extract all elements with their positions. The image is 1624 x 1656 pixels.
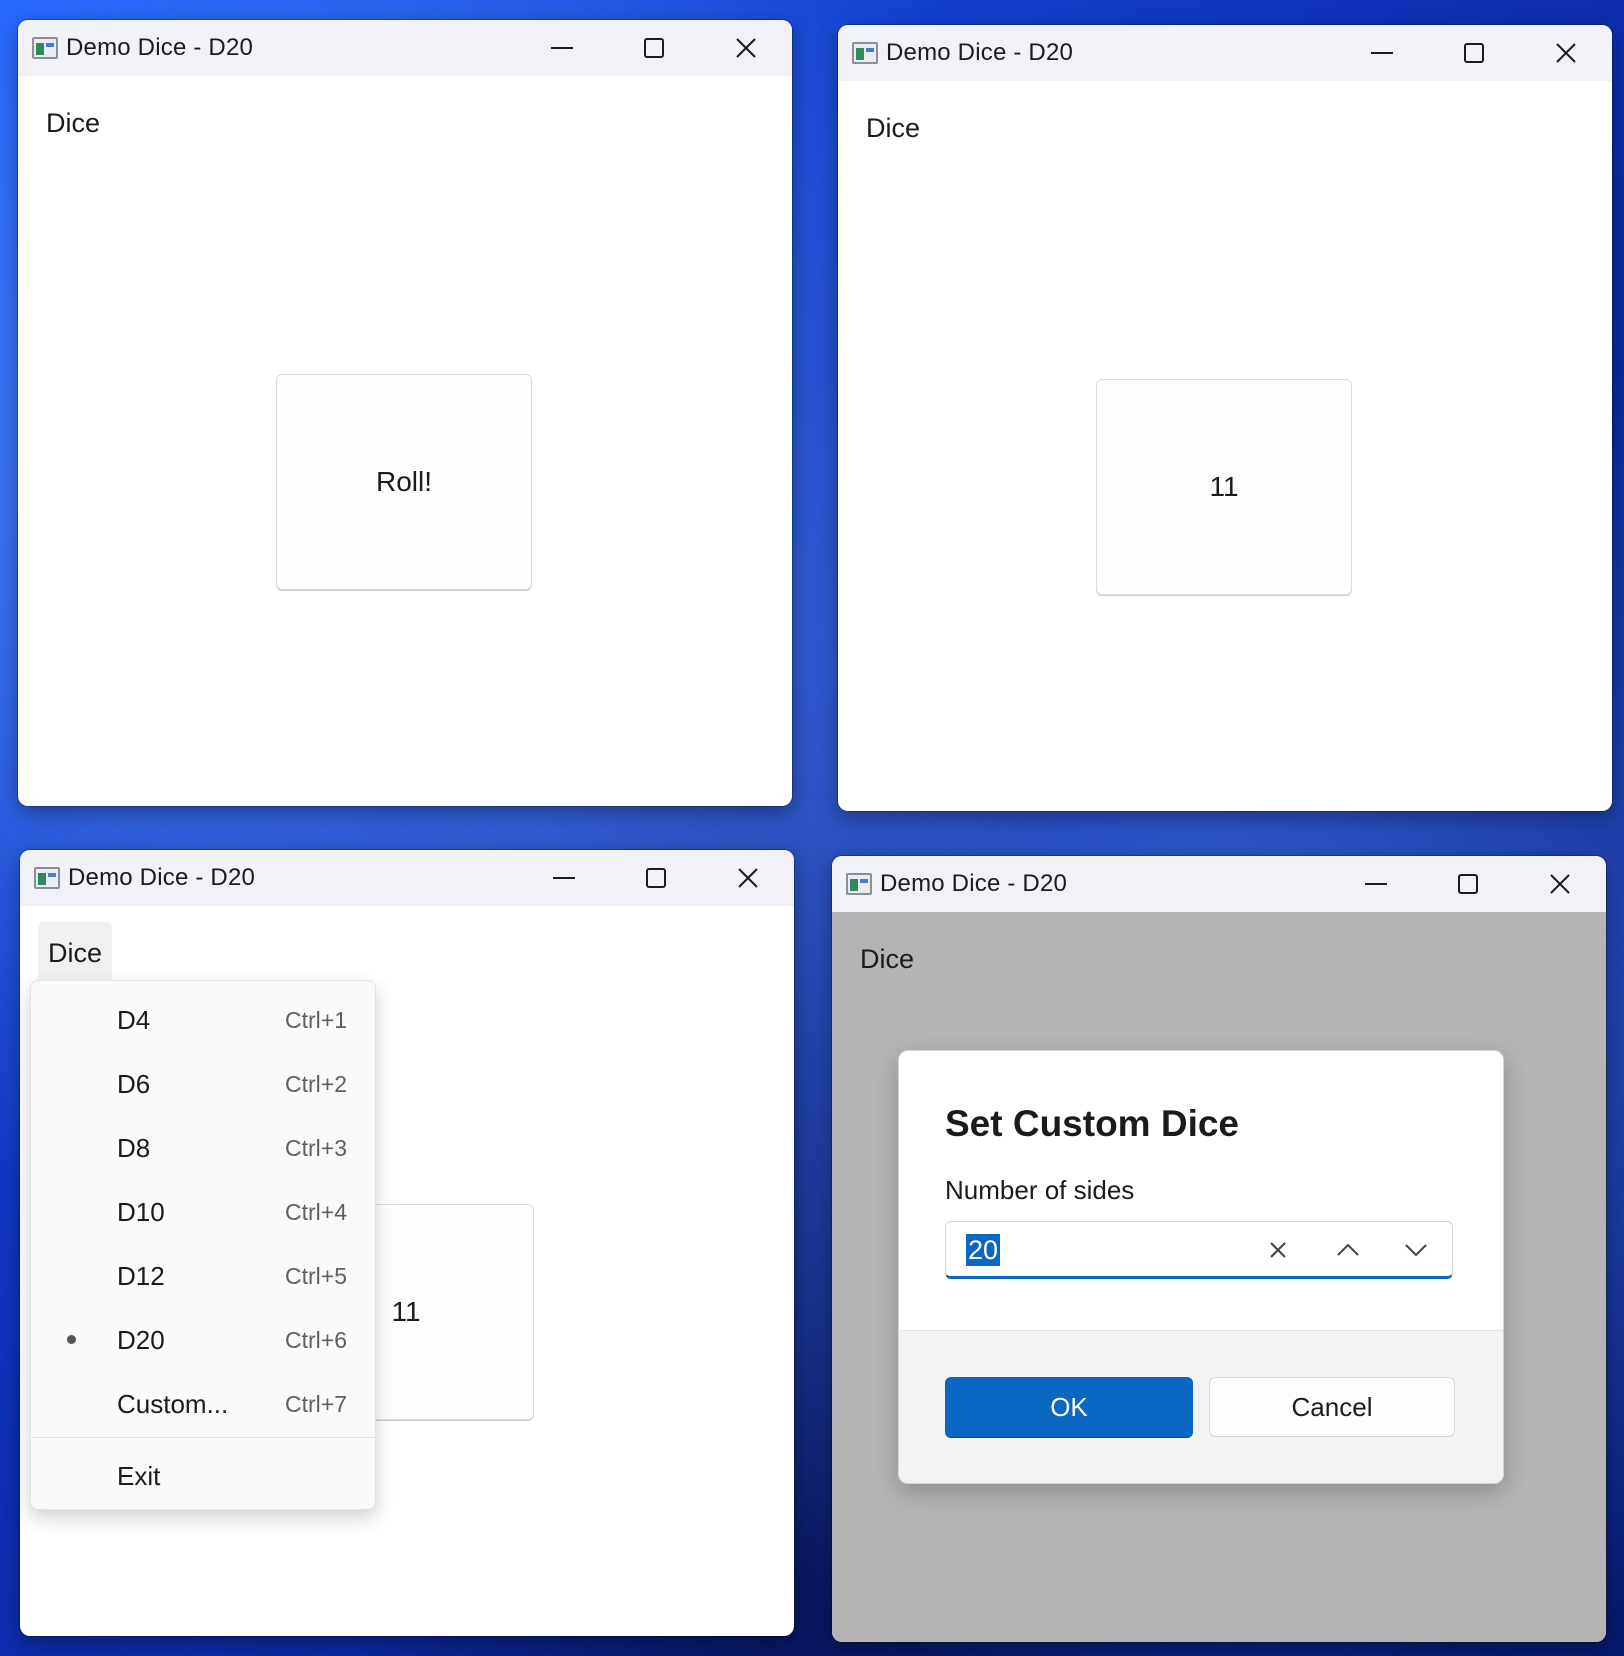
window-title: Demo Dice - D20 [68,864,256,891]
menu-item-accelerator: Ctrl+5 [285,1263,347,1289]
menu-item-d10[interactable]: D10 Ctrl+4 [31,1181,375,1241]
spin-up-button[interactable] [1334,1236,1362,1264]
maximize-icon [1464,43,1484,63]
close-icon [1550,874,1570,894]
title-bar[interactable]: Demo Dice - D20 [838,25,1612,81]
close-button[interactable] [700,20,792,76]
menu-item-label: Exit [117,1461,161,1491]
menu-item-label: D20 [117,1325,165,1355]
spin-down-button[interactable] [1402,1236,1430,1264]
window-title: Demo Dice - D20 [66,34,254,61]
minimize-icon [1365,883,1387,885]
app-window-icon [32,37,58,59]
window-roll: Demo Dice - D20 Dice Roll! [18,20,792,806]
roll-button[interactable]: 11 [1096,379,1352,595]
menu-separator [31,1437,375,1438]
menu-dice[interactable]: Dice [38,922,113,984]
menu-item-d8[interactable]: D8 Ctrl+3 [31,1117,375,1177]
maximize-button[interactable] [1422,856,1514,912]
menu-item-accelerator: Ctrl+6 [285,1327,347,1353]
maximize-icon [644,38,664,58]
window-title: Demo Dice - D20 [880,870,1068,897]
sides-number-box[interactable]: 20 [945,1221,1453,1279]
menu-item-label: D8 [117,1133,151,1163]
sides-field-label: Number of sides [945,1175,1135,1205]
maximize-button[interactable] [1428,25,1520,81]
minimize-icon [553,877,575,879]
custom-dice-dialog: Set Custom Dice Number of sides 20 OK Ca… [898,1050,1504,1484]
maximize-button[interactable] [608,20,700,76]
chevron-down-icon [1405,1244,1427,1257]
window-menu-open: Demo Dice - D20 Dice 11 D4 Ctrl+1 D6 Ctr… [20,850,794,1636]
cancel-button[interactable]: Cancel [1209,1377,1455,1437]
sides-input-value[interactable]: 20 [966,1234,1001,1266]
close-icon [736,38,756,58]
app-window-icon [852,42,878,64]
clear-button[interactable] [1264,1236,1292,1264]
menu-item-label: D10 [117,1197,165,1227]
minimize-button[interactable] [518,850,610,906]
menu-item-label: D4 [117,1005,151,1035]
menu-item-label: Custom... [117,1389,229,1419]
menu-item-label: D6 [117,1069,151,1099]
chevron-up-icon [1337,1243,1359,1256]
minimize-icon [1371,52,1393,54]
menu-dice[interactable]: Dice [36,92,110,154]
title-bar[interactable]: Demo Dice - D20 [832,856,1606,912]
close-icon [1556,43,1576,63]
menu-item-accelerator: Ctrl+7 [285,1391,347,1417]
close-button[interactable] [1514,856,1606,912]
minimize-button[interactable] [1336,25,1428,81]
maximize-button[interactable] [610,850,702,906]
dialog-title: Set Custom Dice [945,1103,1240,1144]
maximize-icon [1458,874,1478,894]
menu-item-d12[interactable]: D12 Ctrl+5 [31,1245,375,1305]
menu-item-accelerator: Ctrl+1 [285,1007,347,1033]
dice-dropdown-menu: D4 Ctrl+1 D6 Ctrl+2 D8 Ctrl+3 D10 Ctrl+4… [30,980,376,1510]
menu-item-accelerator: Ctrl+2 [285,1071,347,1097]
menu-item-d4[interactable]: D4 Ctrl+1 [31,989,375,1049]
close-button[interactable] [1520,25,1612,81]
minimize-button[interactable] [1330,856,1422,912]
minimize-button[interactable] [516,20,608,76]
menu-dice[interactable]: Dice [856,97,930,159]
title-bar[interactable]: Demo Dice - D20 [18,20,792,76]
menu-item-custom[interactable]: Custom... Ctrl+7 [31,1373,375,1433]
menu-item-exit[interactable]: Exit [31,1445,375,1505]
clear-icon [1270,1242,1286,1258]
maximize-icon [646,868,666,888]
close-button[interactable] [702,850,794,906]
dialog-footer: OK Cancel [899,1330,1503,1483]
menu-item-label: D12 [117,1261,165,1291]
app-window-icon [846,873,872,895]
menu-item-accelerator: Ctrl+3 [285,1135,347,1161]
app-window-icon [34,867,60,889]
window-title: Demo Dice - D20 [886,39,1074,66]
window-custom-dialog: Demo Dice - D20 Dice Set Custom Dice Num… [832,856,1606,1642]
menu-dice: Dice [860,943,915,974]
roll-button[interactable]: Roll! [276,374,532,590]
menu-item-accelerator: Ctrl+4 [285,1199,347,1225]
window-result: Demo Dice - D20 Dice 11 [838,25,1612,811]
menu-item-d6[interactable]: D6 Ctrl+2 [31,1053,375,1113]
ok-button[interactable]: OK [945,1377,1193,1437]
close-icon [738,868,758,888]
checked-bullet-icon [67,1335,76,1344]
menu-item-d20[interactable]: D20 Ctrl+6 [31,1309,375,1369]
title-bar[interactable]: Demo Dice - D20 [20,850,794,906]
minimize-icon [551,47,573,49]
